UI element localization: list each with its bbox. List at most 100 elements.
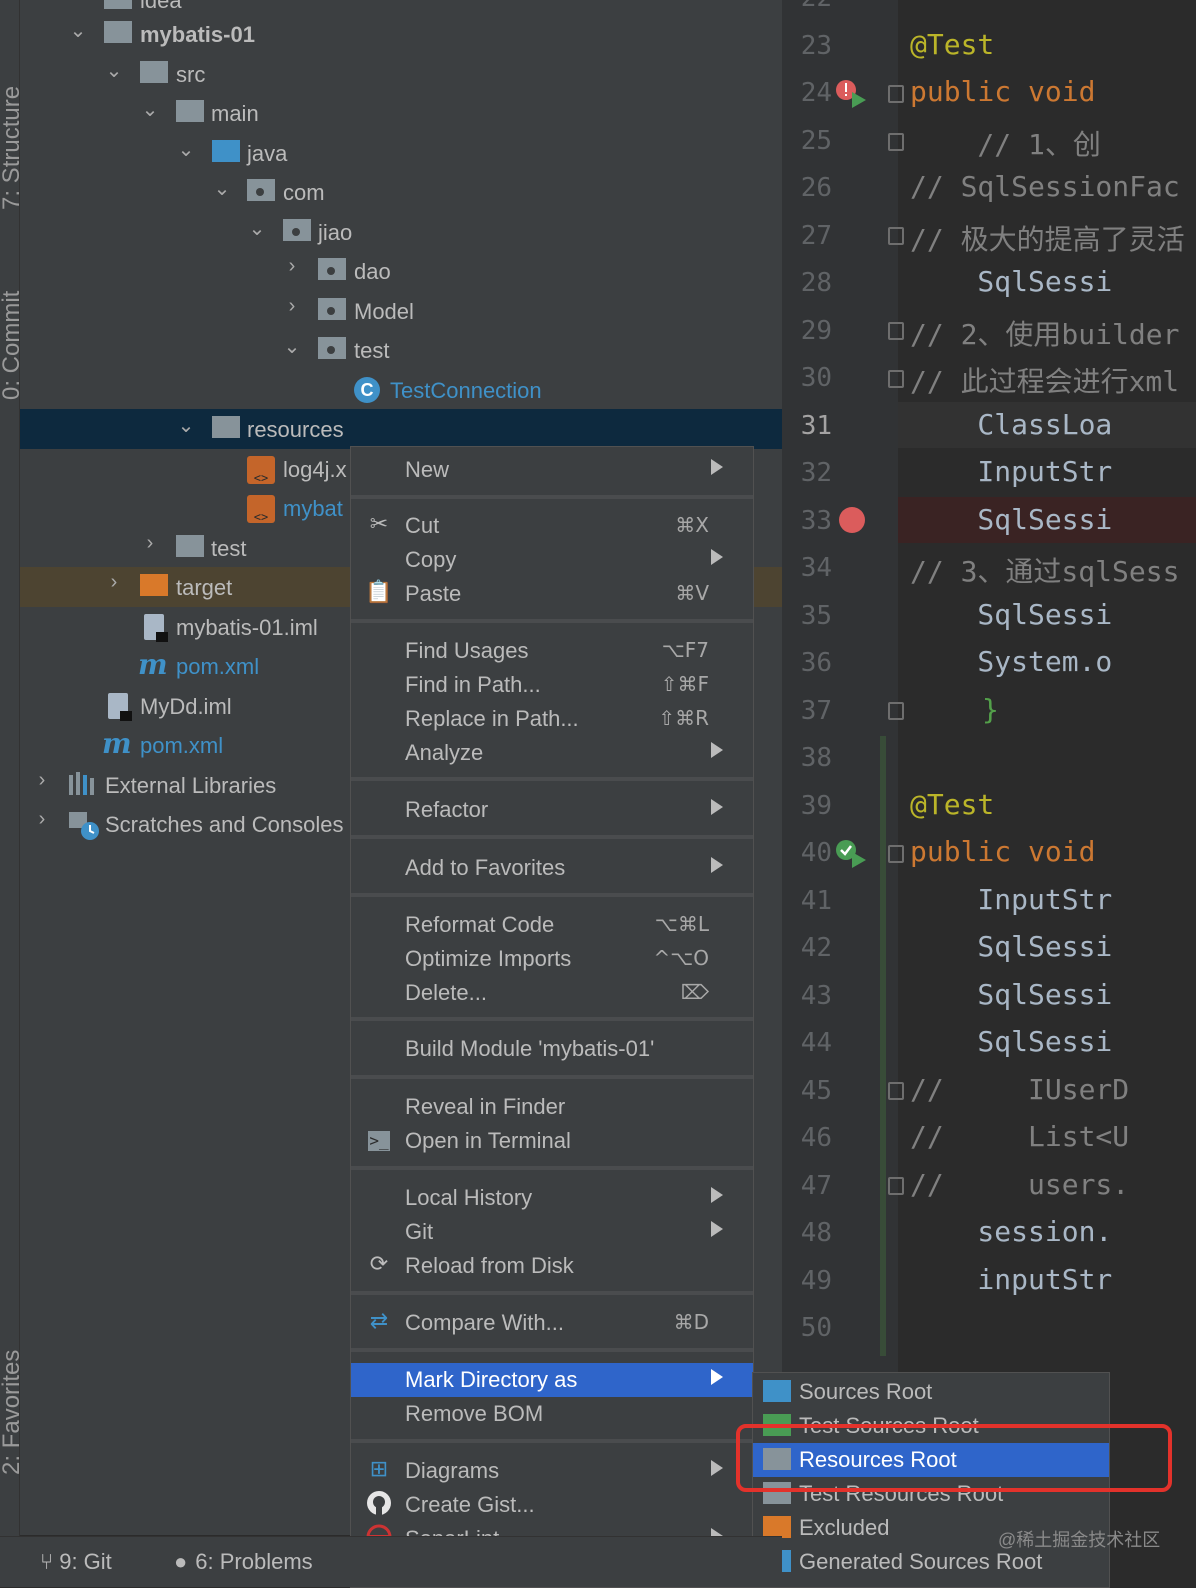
fold-marker-icon[interactable] (888, 1177, 904, 1195)
watermark: @稀土掘金技术社区 (998, 1530, 1161, 1550)
menu-item-reformat-code[interactable]: Reformat Code ⌥⌘L (351, 908, 753, 942)
chevron-down-icon[interactable]: ⌄ (102, 58, 126, 83)
fold-marker-icon[interactable] (888, 702, 904, 720)
problems-tab[interactable]: ● 6: Problems (174, 1549, 313, 1575)
chevron-down-icon[interactable]: ⌄ (174, 413, 198, 438)
menu-item-remove-bom[interactable]: Remove BOM (351, 1397, 753, 1431)
code-line-45: // IUserD (910, 1073, 1130, 1106)
line-number: 34 (800, 553, 832, 583)
package-icon (247, 179, 275, 201)
chevron-right-icon[interactable]: › (138, 532, 162, 555)
fold-marker-icon[interactable] (888, 322, 904, 340)
menu-item-find-usages[interactable]: Find Usages ⌥F7 (351, 634, 753, 668)
menu-item-analyze[interactable]: Analyze (351, 736, 753, 770)
menu-separator (351, 1075, 753, 1079)
chevron-down-icon[interactable]: ⌄ (174, 137, 198, 162)
chevron-right-icon[interactable]: › (280, 295, 304, 318)
tree-row-test-connection[interactable]: C TestConnection (20, 370, 782, 410)
menu-item-delete[interactable]: Delete... ⌦ (351, 976, 753, 1010)
fold-marker-icon[interactable] (888, 845, 904, 863)
tree-row-dao[interactable]: › dao (20, 251, 782, 291)
package-icon (318, 298, 346, 320)
chevron-right-icon[interactable]: › (30, 769, 54, 792)
menu-item-create-gist[interactable]: Create Gist... (351, 1488, 753, 1522)
code-line-31: ClassLoa (910, 408, 1113, 441)
breakpoint-icon[interactable] (839, 507, 865, 533)
compare-icon: ⇄ (369, 1308, 389, 1333)
code-line-27: // 极大的提高了灵活 (910, 223, 1185, 256)
menu-separator (351, 1439, 753, 1443)
code-line-37: } (982, 693, 999, 726)
menu-item-compare-with[interactable]: ⇄ Compare With... ⌘D (351, 1306, 753, 1340)
fold-marker-icon[interactable] (888, 227, 904, 245)
line-number: 25 (800, 125, 832, 156)
run-test-passed-icon[interactable] (834, 838, 868, 876)
line-number: 46 (800, 1123, 832, 1153)
menu-item-new[interactable]: New (351, 453, 753, 487)
terminal-icon: >_ (368, 1131, 390, 1151)
fold-marker-icon[interactable] (888, 85, 904, 103)
line-number: 49 (800, 1265, 832, 1296)
menu-item-reload-from-disk[interactable]: ⟳ Reload from Disk (351, 1249, 753, 1283)
submenu-arrow-icon (711, 1187, 723, 1203)
code-line-32: InputStr (910, 455, 1113, 488)
menu-item-mark-directory-as[interactable]: Mark Directory as (351, 1363, 753, 1397)
code-line-24: public void (910, 75, 1096, 108)
library-icon (69, 772, 94, 795)
tree-row-test-package[interactable]: ⌄ test (20, 330, 782, 370)
chevron-down-icon[interactable]: ⌄ (210, 176, 234, 201)
code-editor[interactable]: 22 23 24 25 26 27 28 29 30 31 32 33 34 35 36 37 38 39 40 41… (782, 0, 1196, 1586)
menu-item-find-in-path[interactable]: Find in Path... ⇧⌘F (351, 668, 753, 702)
folder-icon (104, 0, 132, 9)
iml-file-icon (108, 693, 132, 721)
line-number: 30 (800, 363, 832, 393)
tree-row-src[interactable]: ⌄ src (20, 54, 782, 94)
menu-separator (351, 495, 753, 499)
line-number: 22 (782, 0, 832, 13)
chevron-down-icon[interactable]: ⌄ (138, 97, 162, 122)
menu-item-git[interactable]: Git (351, 1215, 753, 1249)
menu-item-diagrams[interactable]: ⊞ Diagrams (351, 1454, 753, 1488)
menu-item-build-module[interactable]: Build Module 'mybatis-01' (351, 1032, 753, 1066)
fold-marker-icon[interactable] (888, 133, 904, 151)
chevron-right-icon[interactable]: › (102, 571, 126, 594)
menu-item-paste[interactable]: 📋 Paste ⌘V (351, 577, 753, 611)
chevron-right-icon[interactable]: › (30, 808, 54, 831)
fold-marker-icon[interactable] (888, 1082, 904, 1100)
tree-row-module[interactable]: ⌄ mybatis-01 (20, 14, 782, 54)
code-line-49: inputStr (910, 1263, 1113, 1296)
menu-item-optimize-imports[interactable]: Optimize Imports ^⌥O (351, 942, 753, 976)
line-number: 44 (800, 1028, 832, 1058)
chevron-down-icon[interactable]: ⌄ (280, 334, 304, 359)
source-folder-icon (212, 140, 240, 162)
clipboard-icon: 📋 (365, 579, 393, 604)
menu-item-replace-in-path[interactable]: Replace in Path... ⇧⌘R (351, 702, 753, 736)
code-line-33: SqlSessi (910, 503, 1113, 536)
tree-row-com[interactable]: ⌄ com (20, 172, 782, 212)
menu-item-cut[interactable]: ✂ Cut ⌘X (351, 509, 753, 543)
menu-item-reveal-in-finder[interactable]: Reveal in Finder (351, 1090, 753, 1124)
menu-item-add-to-favorites[interactable]: Add to Favorites (351, 851, 753, 885)
git-tab[interactable]: ⑂ 9: Git (40, 1549, 112, 1575)
tree-row-resources[interactable]: ⌄ resources (20, 409, 782, 449)
run-test-error-icon[interactable] (834, 78, 868, 116)
chevron-down-icon[interactable]: ⌄ (245, 216, 269, 241)
line-number: 40 (800, 838, 832, 868)
line-number: 36 (800, 648, 832, 678)
line-number: 43 (800, 980, 832, 1011)
chevron-down-icon[interactable]: ⌄ (66, 18, 90, 43)
menu-item-copy[interactable]: Copy (351, 543, 753, 577)
code-line-43: SqlSessi (910, 978, 1113, 1011)
tree-row-java[interactable]: ⌄ java (20, 133, 782, 173)
menu-item-local-history[interactable]: Local History (351, 1181, 753, 1215)
tree-row-model[interactable]: › Model (20, 291, 782, 331)
tree-row-main[interactable]: ⌄ main (20, 93, 782, 133)
bottom-tool-bar: ⑂ 9: Git ● 6: Problems (0, 1536, 782, 1587)
menu-item-refactor[interactable]: Refactor (351, 793, 753, 827)
tree-row-jiao[interactable]: ⌄ jiao (20, 212, 782, 252)
code-line-42: SqlSessi (910, 930, 1113, 963)
chevron-right-icon[interactable]: › (280, 255, 304, 278)
menu-item-open-in-terminal[interactable]: >_ Open in Terminal (351, 1124, 753, 1158)
submenu-item-sources-root[interactable]: Sources Root (753, 1375, 1109, 1409)
fold-marker-icon[interactable] (888, 370, 904, 388)
